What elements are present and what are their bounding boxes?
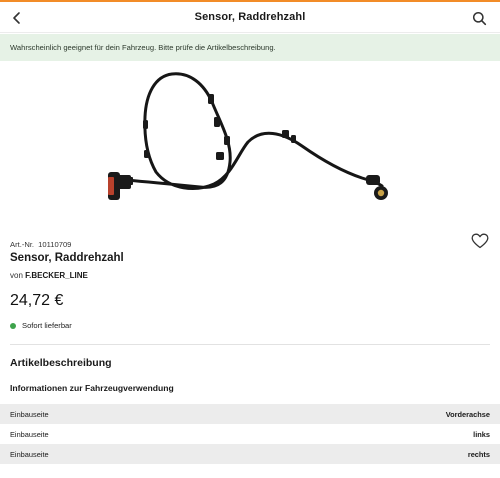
spec-value: links: [473, 429, 490, 439]
description-title: Artikelbeschreibung: [10, 357, 112, 369]
wheel-speed-sensor-image: [108, 72, 388, 200]
table-row: Einbauseite rechts: [0, 444, 500, 464]
spec-value: rechts: [467, 449, 490, 459]
fitment-notice-text: Wahrscheinlich geeignet für dein Fahrzeu…: [10, 43, 276, 52]
brand-prefix: von: [10, 271, 23, 280]
article-number-value: 10110709: [38, 240, 72, 249]
top-navigation-bar: Sensor, Raddrehzahl: [0, 2, 500, 33]
divider: [10, 344, 490, 345]
heart-icon: [471, 233, 489, 249]
availability-dot-icon: [10, 322, 16, 329]
spec-label: Einbauseite: [10, 429, 49, 439]
chevron-left-icon: [13, 12, 20, 24]
table-row: Einbauseite links: [0, 424, 500, 444]
brand-line: von F.BECKER_LINE: [10, 271, 88, 280]
wishlist-button[interactable]: [468, 229, 492, 253]
back-button[interactable]: [4, 5, 30, 31]
brand-name: F.BECKER_LINE: [25, 271, 88, 280]
availability-text: Sofort lieferbar: [22, 321, 72, 330]
page-title: Sensor, Raddrehzahl: [194, 11, 306, 23]
availability-status: Sofort lieferbar: [10, 321, 72, 330]
search-icon: [472, 11, 486, 25]
vehicle-usage-title: Informationen zur Fahrzeugverwendung: [10, 383, 174, 393]
article-number-label: Art.-Nr.: [10, 240, 35, 249]
fitment-notice: Wahrscheinlich geeignet für dein Fahrzeu…: [0, 34, 500, 61]
product-image[interactable]: [0, 62, 500, 232]
spec-table: Einbauseite Vorderachse Einbauseite link…: [0, 404, 500, 464]
table-row: Einbauseite Vorderachse: [0, 404, 500, 424]
search-button[interactable]: [466, 5, 492, 31]
product-name: Sensor, Raddrehzahl: [10, 252, 124, 264]
article-number: Art.-Nr. 10110709: [10, 240, 71, 249]
spec-label: Einbauseite: [10, 409, 49, 419]
spec-value: Vorderachse: [445, 409, 490, 419]
spec-label: Einbauseite: [10, 449, 49, 459]
product-price: 24,72 €: [10, 292, 64, 309]
